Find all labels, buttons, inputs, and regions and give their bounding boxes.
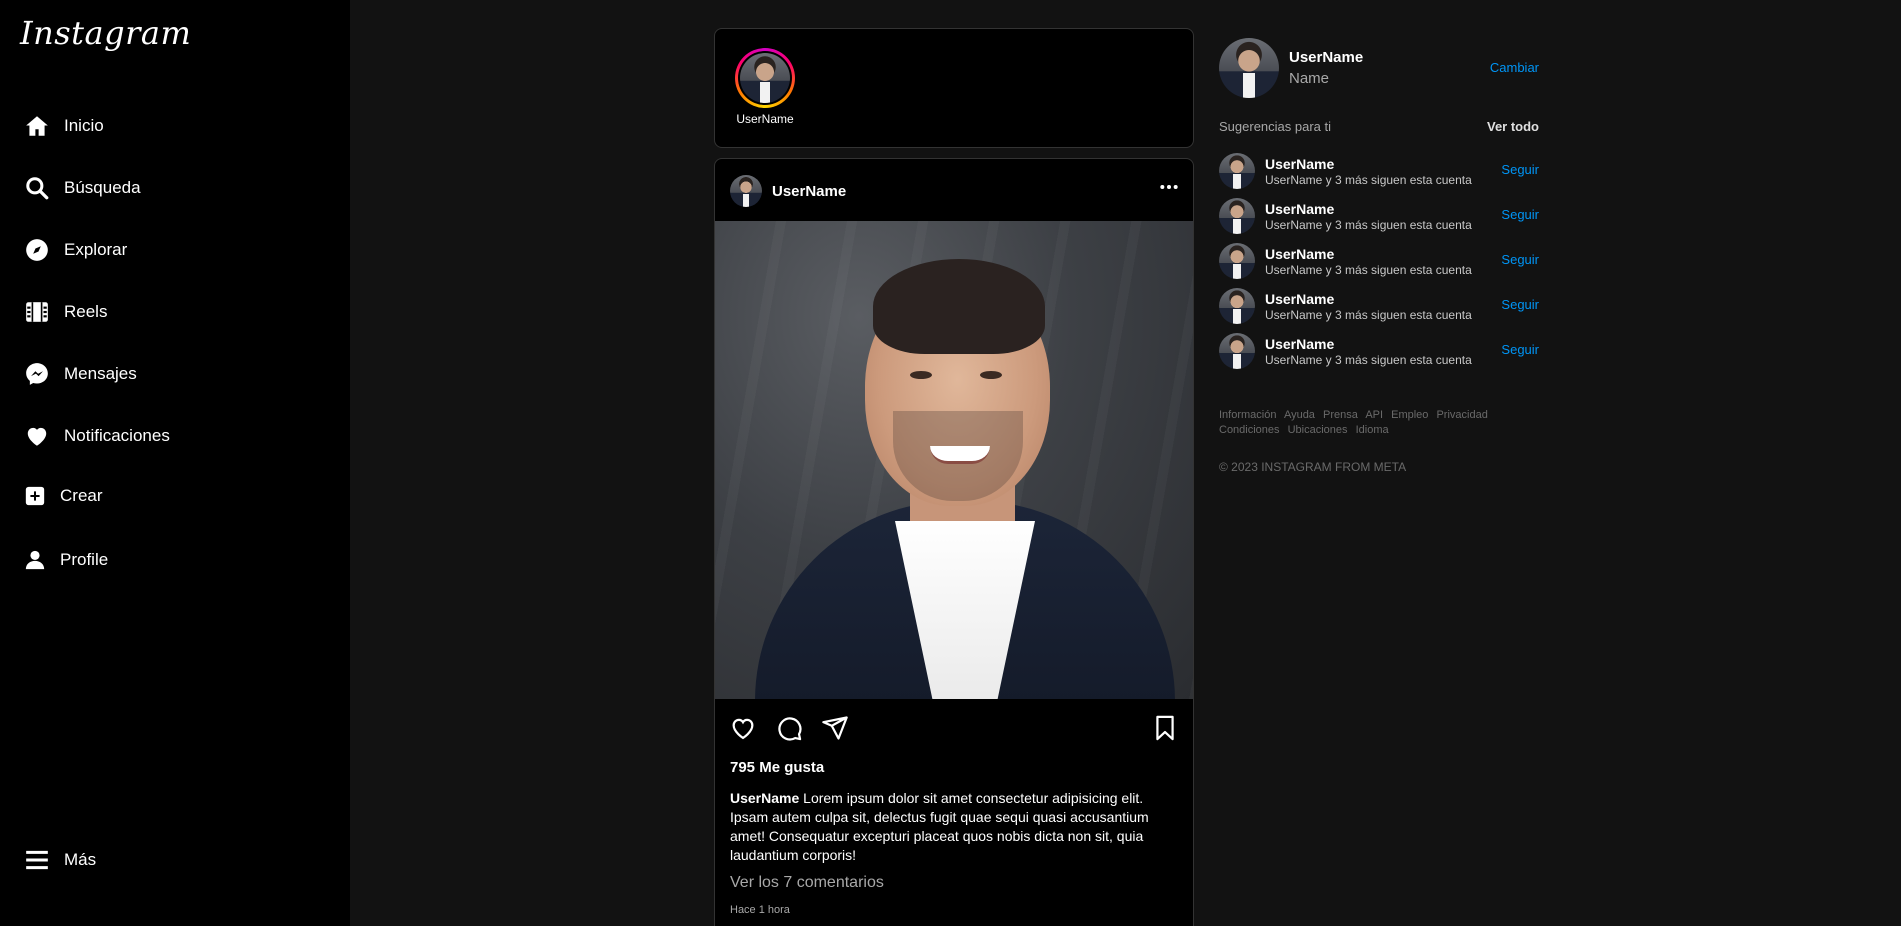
suggestion-username[interactable]: UserName bbox=[1265, 291, 1472, 307]
sidebar-item-busqueda[interactable]: Búsqueda bbox=[24, 175, 141, 201]
suggestions-title: Sugerencias para ti bbox=[1219, 119, 1332, 134]
compass-icon bbox=[26, 239, 48, 261]
follow-button[interactable]: Seguir bbox=[1501, 207, 1539, 222]
footer-links: Información Ayuda Prensa API Empleo Priv… bbox=[1219, 408, 1509, 438]
sidebar-item-label: Profile bbox=[60, 550, 109, 569]
sidebar-item-label: Más bbox=[64, 850, 97, 869]
sidebar-item-label: Mensajes bbox=[64, 364, 137, 383]
sidebar-item-label: Inicio bbox=[64, 116, 104, 135]
comment-icon[interactable] bbox=[775, 714, 803, 742]
sidebar-item-explorar[interactable]: Explorar bbox=[24, 237, 127, 263]
feed-post: UserName 795 Me gusta UserName Lorem ips… bbox=[714, 158, 1194, 926]
footer-link[interactable]: Condiciones bbox=[1219, 424, 1280, 436]
footer-link[interactable]: Ubicaciones bbox=[1288, 424, 1348, 436]
current-username[interactable]: UserName bbox=[1289, 49, 1363, 66]
suggestion-username[interactable]: UserName bbox=[1265, 156, 1472, 172]
sidebar-item-label: Explorar bbox=[64, 240, 128, 259]
likes-count[interactable]: 795 Me gusta bbox=[730, 759, 824, 776]
sidebar-item-mas[interactable]: Más bbox=[24, 847, 96, 873]
menu-icon bbox=[26, 850, 48, 870]
messenger-icon bbox=[26, 363, 48, 385]
suggestion-item: UserName UserName y 3 más siguen esta cue… bbox=[1219, 197, 1539, 235]
switch-account-link[interactable]: Cambiar bbox=[1490, 60, 1539, 75]
avatar[interactable] bbox=[1219, 288, 1255, 324]
suggestion-item: UserName UserName y 3 más siguen esta cue… bbox=[1219, 287, 1539, 325]
reels-icon bbox=[26, 302, 48, 322]
current-name: Name bbox=[1289, 70, 1330, 87]
footer-link[interactable]: Información bbox=[1219, 409, 1276, 421]
follow-button[interactable]: Seguir bbox=[1501, 297, 1539, 312]
suggestion-subtext: UserName y 3 más siguen esta cuenta bbox=[1265, 262, 1472, 277]
avatar[interactable] bbox=[1219, 243, 1255, 279]
post-header: UserName bbox=[730, 174, 846, 208]
post-image[interactable] bbox=[715, 221, 1193, 699]
suggestion-username[interactable]: UserName bbox=[1265, 336, 1472, 352]
avatar[interactable] bbox=[1219, 38, 1279, 98]
suggestion-item: UserName UserName y 3 más siguen esta cue… bbox=[1219, 332, 1539, 370]
post-username[interactable]: UserName bbox=[772, 183, 846, 200]
see-all-link[interactable]: Ver todo bbox=[1487, 119, 1539, 134]
heart-icon bbox=[27, 427, 47, 446]
sidebar: Instagram Inicio Búsqueda Explorar Reels… bbox=[0, 0, 350, 926]
sidebar-item-reels[interactable]: Reels bbox=[24, 299, 107, 325]
current-user: UserName Name bbox=[1219, 38, 1363, 98]
story-username: UserName bbox=[736, 112, 794, 126]
sidebar-item-profile[interactable]: Profile bbox=[24, 547, 108, 573]
post-actions bbox=[729, 714, 1179, 744]
suggestion-subtext: UserName y 3 más siguen esta cuenta bbox=[1265, 217, 1472, 232]
follow-button[interactable]: Seguir bbox=[1501, 252, 1539, 267]
avatar bbox=[740, 53, 790, 103]
post-timestamp: Hace 1 hora bbox=[730, 904, 790, 916]
instagram-logo[interactable]: Instagram bbox=[20, 14, 191, 52]
plus-square-icon bbox=[25, 486, 45, 506]
sidebar-item-notificaciones[interactable]: Notificaciones bbox=[24, 423, 170, 449]
sidebar-item-mensajes[interactable]: Mensajes bbox=[24, 361, 137, 387]
sidebar-item-inicio[interactable]: Inicio bbox=[24, 113, 104, 139]
stories-bar: UserName bbox=[714, 28, 1194, 148]
footer-link[interactable]: API bbox=[1365, 409, 1383, 421]
footer-link[interactable]: Idioma bbox=[1356, 424, 1389, 436]
follow-button[interactable]: Seguir bbox=[1501, 162, 1539, 177]
avatar[interactable] bbox=[1219, 198, 1255, 234]
sidebar-item-crear[interactable]: Crear bbox=[24, 485, 103, 507]
more-options-icon[interactable] bbox=[1159, 177, 1179, 197]
suggestion-item: UserName UserName y 3 más siguen esta cue… bbox=[1219, 152, 1539, 190]
user-icon bbox=[25, 550, 45, 570]
footer-link[interactable]: Privacidad bbox=[1436, 409, 1487, 421]
avatar[interactable] bbox=[730, 175, 762, 207]
post-caption: UserName Lorem ipsum dolor sit amet cons… bbox=[730, 789, 1180, 865]
footer-link[interactable]: Empleo bbox=[1391, 409, 1428, 421]
avatar[interactable] bbox=[1219, 153, 1255, 189]
story-item[interactable]: UserName bbox=[735, 48, 795, 126]
suggestion-subtext: UserName y 3 más siguen esta cuenta bbox=[1265, 172, 1472, 187]
like-icon[interactable] bbox=[729, 714, 757, 742]
bookmark-icon[interactable] bbox=[1151, 714, 1179, 742]
suggestion-item: UserName UserName y 3 más siguen esta cue… bbox=[1219, 242, 1539, 280]
suggestion-subtext: UserName y 3 más siguen esta cuenta bbox=[1265, 307, 1472, 322]
avatar[interactable] bbox=[1219, 333, 1255, 369]
home-icon bbox=[26, 116, 48, 136]
sidebar-item-label: Búsqueda bbox=[64, 178, 141, 197]
copyright: © 2023 INSTAGRAM FROM META bbox=[1219, 460, 1407, 474]
story-ring bbox=[735, 48, 795, 108]
search-icon bbox=[26, 177, 49, 200]
view-comments-link[interactable]: Ver los 7 comentarios bbox=[730, 874, 884, 892]
sidebar-item-label: Crear bbox=[60, 486, 103, 505]
suggestion-username[interactable]: UserName bbox=[1265, 246, 1472, 262]
suggestion-subtext: UserName y 3 más siguen esta cuenta bbox=[1265, 352, 1472, 367]
caption-username[interactable]: UserName bbox=[730, 790, 799, 806]
footer-link[interactable]: Prensa bbox=[1323, 409, 1358, 421]
footer-link[interactable]: Ayuda bbox=[1284, 409, 1315, 421]
suggestion-username[interactable]: UserName bbox=[1265, 201, 1472, 217]
sidebar-item-label: Notificaciones bbox=[64, 426, 170, 445]
follow-button[interactable]: Seguir bbox=[1501, 342, 1539, 357]
share-icon[interactable] bbox=[821, 714, 849, 742]
sidebar-item-label: Reels bbox=[64, 302, 108, 321]
